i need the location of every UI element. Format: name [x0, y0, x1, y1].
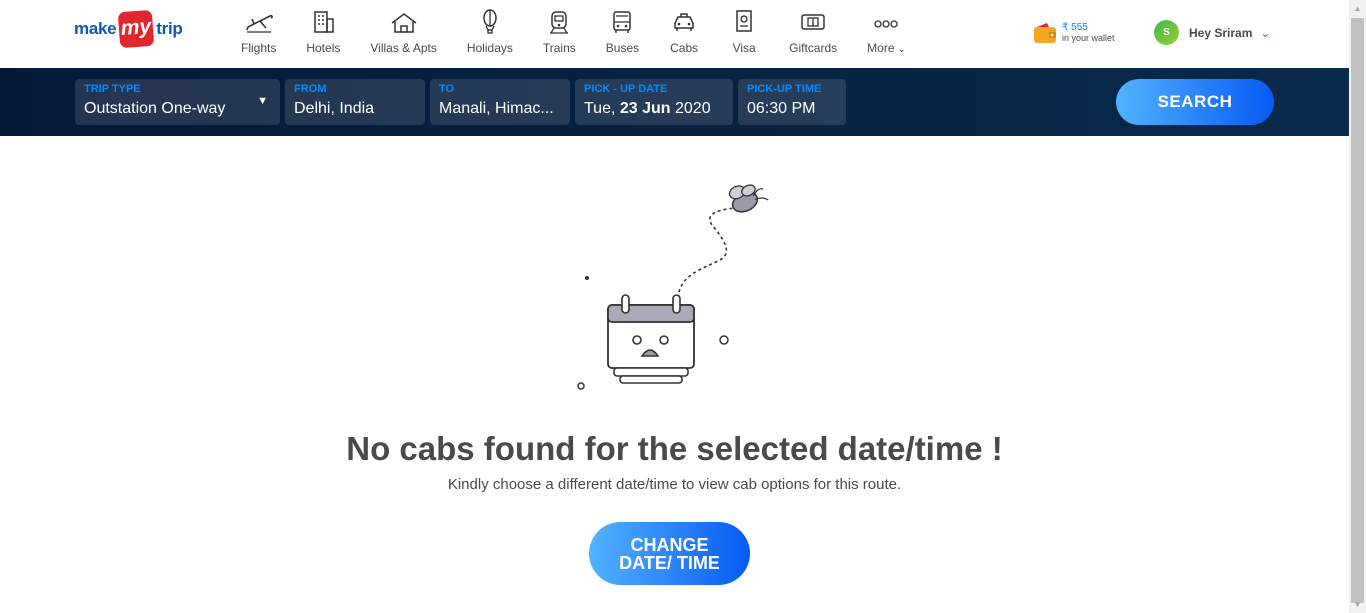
wallet-caption: in your wallet: [1062, 33, 1115, 43]
nav-villas[interactable]: Villas & Apts: [355, 8, 451, 60]
train-icon: [550, 11, 569, 34]
to-label: TO: [439, 83, 455, 95]
pickup-date-label: PICK - UP DATE: [584, 83, 668, 95]
nav-label: More ⌄: [867, 41, 905, 55]
cta-line1: CHANGE: [630, 534, 709, 555]
nav-hotels[interactable]: Hotels: [291, 8, 355, 60]
pickup-time-field[interactable]: PICK-UP TIME 06:30 PM: [738, 79, 846, 125]
nav-label: Villas & Apts: [370, 41, 437, 55]
wallet-amount: ₹ 555: [1062, 22, 1088, 33]
nav-more-label: More: [867, 41, 895, 55]
from-value: Delhi, India: [294, 100, 375, 117]
scroll-up-arrow-icon[interactable]: ▲: [1349, 0, 1366, 17]
main-nav: Flights Hotels Villas & Apts Holidays Tr…: [226, 8, 920, 60]
logo-make-text: make: [74, 19, 117, 38]
nav-flights[interactable]: Flights: [226, 8, 291, 60]
nav-cabs[interactable]: Cabs: [654, 8, 714, 60]
from-field[interactable]: FROM Delhi, India: [285, 79, 425, 125]
trip-type-dropdown[interactable]: TRIP TYPE Outstation One-way ▼: [75, 79, 280, 125]
bus-icon: [613, 11, 632, 33]
avatar: S: [1154, 20, 1179, 45]
nav-label: Holidays: [466, 41, 513, 55]
nav-label: Visa: [732, 41, 756, 55]
makemytrip-logo[interactable]: make my trip: [74, 9, 183, 49]
search-button[interactable]: SEARCH: [1116, 79, 1274, 125]
nav-visa[interactable]: Visa: [714, 8, 774, 60]
user-greeting: Hey Sriram: [1189, 25, 1253, 40]
hotel-icon: [314, 11, 335, 33]
pickup-date-value: Tue, 23 Jun 2020: [584, 100, 724, 118]
trip-type-value: Outstation One-way: [84, 100, 226, 117]
scrollbar-thumb[interactable]: [1351, 18, 1364, 603]
nav-giftcards[interactable]: Giftcards: [774, 8, 852, 60]
pickup-time-value: 06:30 PM: [747, 100, 816, 117]
nav-buses[interactable]: Buses: [591, 8, 654, 60]
wallet-icon: [1034, 23, 1056, 43]
nav-label: Giftcards: [789, 41, 838, 55]
to-value: Manali, Himac...: [439, 100, 554, 117]
nav-holidays[interactable]: Holidays: [452, 8, 528, 60]
holiday-balloon-icon: [483, 9, 497, 34]
vertical-scrollbar[interactable]: ▲ ▼: [1349, 0, 1366, 613]
logo-my-badge: my: [118, 9, 155, 49]
user-menu[interactable]: S Hey Sriram ⌄: [1154, 20, 1270, 45]
nav-label: Trains: [542, 41, 576, 55]
nav-label: Hotels: [306, 41, 341, 55]
empty-state-subtitle: Kindly choose a different date/time to v…: [447, 476, 902, 493]
change-date-time-button[interactable]: CHANGE DATE/ TIME: [589, 522, 750, 585]
pickup-date-field[interactable]: PICK - UP DATE Tue, 23 Jun 2020: [575, 79, 733, 125]
nav-label: Buses: [605, 41, 640, 55]
more-dots-icon: [874, 20, 898, 28]
trip-type-label: TRIP TYPE: [84, 83, 141, 95]
nav-trains[interactable]: Trains: [528, 8, 591, 60]
nav-label: Flights: [241, 41, 277, 55]
chevron-down-icon: ⌄: [897, 44, 906, 54]
visa-icon: [736, 10, 752, 32]
empty-calendar-illustration: [577, 184, 769, 390]
chevron-down-icon: ⌄: [1260, 25, 1271, 40]
pickup-time-label: PICK-UP TIME: [747, 83, 822, 95]
flight-icon: [245, 14, 273, 33]
from-label: FROM: [294, 83, 327, 95]
search-widget: TRIP TYPE Outstation One-way ▼ FROM Delh…: [0, 68, 1349, 136]
logo-trip-text: trip: [156, 19, 183, 38]
top-header: make my trip Flights Hotels Villas & Apt…: [0, 0, 1349, 68]
cta-line2: DATE/ TIME: [619, 552, 720, 573]
scroll-down-arrow-icon[interactable]: ▼: [1349, 596, 1366, 613]
to-field[interactable]: TO Manali, Himac...: [430, 79, 570, 125]
wallet-widget[interactable]: ₹ 555 in your wallet: [1032, 20, 1115, 46]
giftcard-icon: [801, 14, 825, 30]
pickup-date-day: Tue,: [584, 100, 620, 117]
chevron-down-icon: ▼: [257, 95, 268, 107]
nav-more[interactable]: More ⌄: [852, 8, 920, 60]
pickup-date-year: 2020: [670, 100, 711, 117]
cab-icon: [674, 13, 694, 31]
pickup-date-bold: 23 Jun: [619, 100, 671, 117]
empty-state-title: No cabs found for the selected date/time…: [346, 430, 1003, 467]
villa-icon: [391, 13, 417, 33]
nav-label: Cabs: [670, 41, 699, 55]
